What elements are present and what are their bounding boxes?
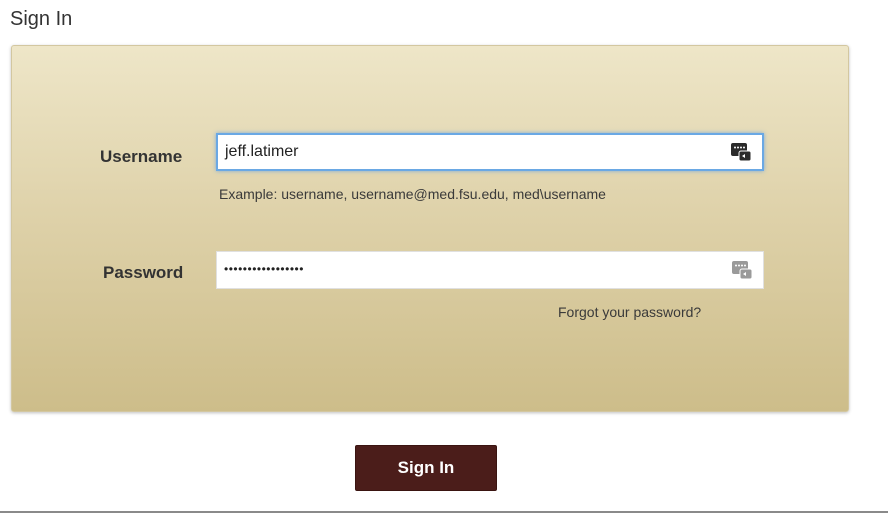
- password-manager-icon[interactable]: [731, 259, 753, 281]
- username-label: Username: [100, 147, 183, 166]
- password-label: Password: [103, 263, 184, 282]
- username-hint: Example: username, username@med.fsu.edu,…: [219, 186, 606, 202]
- sign-in-button[interactable]: Sign In: [355, 445, 497, 491]
- divider: [0, 511, 888, 513]
- sign-in-panel: Username jeff.latimer Example: username,…: [11, 45, 849, 412]
- password-manager-icon[interactable]: [730, 141, 752, 163]
- page-title: Sign In: [10, 8, 73, 30]
- password-value: •••••••••••••••••: [224, 262, 304, 276]
- username-field[interactable]: jeff.latimer: [216, 133, 764, 171]
- username-value: jeff.latimer: [225, 143, 299, 160]
- password-field[interactable]: •••••••••••••••••: [216, 251, 764, 289]
- sign-in-page: Sign In Username jeff.latimer Example: u…: [0, 0, 888, 514]
- forgot-password-link[interactable]: Forgot your password?: [558, 304, 701, 320]
